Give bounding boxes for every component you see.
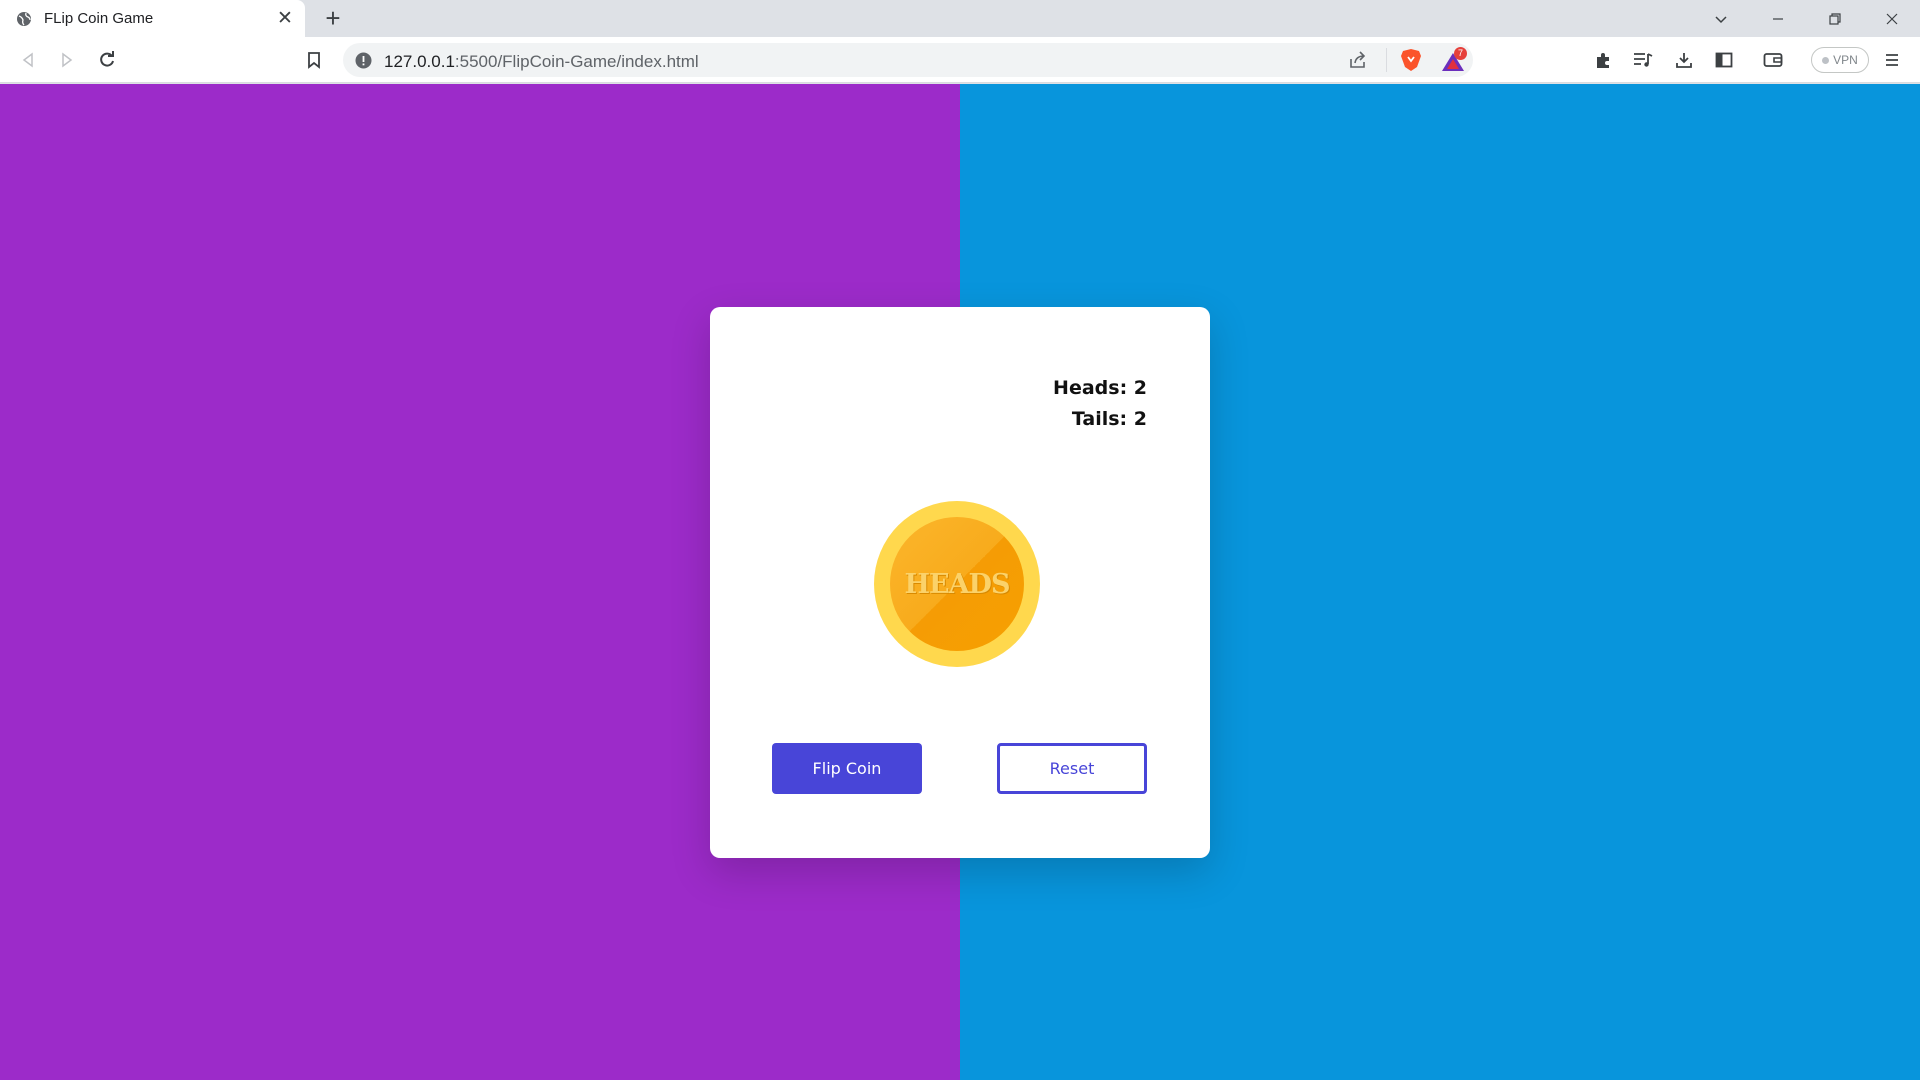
url-text: 127.0.0.1:5500/FlipCoin-Game/index.html xyxy=(384,52,699,72)
reload-icon[interactable] xyxy=(95,48,119,72)
browser-tab[interactable]: FLip Coin Game ✕ xyxy=(0,0,305,37)
url-path: :5500/FlipCoin-Game/index.html xyxy=(454,52,699,71)
flip-coin-button[interactable]: Flip Coin xyxy=(772,743,922,794)
tab-title: FLip Coin Game xyxy=(44,10,154,27)
menu-icon[interactable] xyxy=(1880,48,1904,72)
extensions-icon[interactable] xyxy=(1591,48,1615,72)
coin-face-label: HEADS xyxy=(904,568,1011,600)
wallet-icon[interactable] xyxy=(1761,48,1785,72)
media-icon[interactable] xyxy=(1631,48,1655,72)
reset-button[interactable]: Reset xyxy=(997,743,1147,794)
tab-strip: FLip Coin Game ✕ + xyxy=(0,0,1920,37)
new-tab-button[interactable]: + xyxy=(320,5,346,32)
vpn-status-dot xyxy=(1822,56,1830,64)
tails-count: Tails: 2 xyxy=(1071,408,1147,430)
restore-icon[interactable] xyxy=(1806,0,1863,37)
notification-badge: 7 xyxy=(1454,47,1467,60)
score-board: Heads: 2 Tails: 2 xyxy=(1053,373,1147,435)
brave-shields-icon[interactable] xyxy=(1400,48,1422,77)
back-icon[interactable] xyxy=(16,48,40,72)
sidebar-icon[interactable] xyxy=(1712,48,1736,72)
omnibox-divider xyxy=(1386,48,1387,72)
address-bar[interactable]: 127.0.0.1:5500/FlipCoin-Game/index.html xyxy=(343,43,1473,77)
heads-count: Heads: 2 xyxy=(1053,377,1147,399)
globe-icon xyxy=(17,11,31,26)
minimize-icon[interactable] xyxy=(1749,0,1806,37)
vpn-button[interactable]: VPN xyxy=(1811,47,1869,73)
window-controls xyxy=(1692,0,1920,37)
vpn-label: VPN xyxy=(1833,53,1858,67)
tab-search-icon[interactable] xyxy=(1692,0,1749,37)
url-host: 127.0.0.1 xyxy=(384,52,455,71)
site-info-icon[interactable] xyxy=(355,52,372,69)
page-viewport: Heads: 2 Tails: 2 HEADS Flip Coin Reset xyxy=(0,84,1920,1080)
downloads-icon[interactable] xyxy=(1672,48,1696,72)
tab-close-icon[interactable]: ✕ xyxy=(275,8,295,29)
coin-face: HEADS xyxy=(890,517,1024,651)
close-window-icon[interactable] xyxy=(1863,0,1920,37)
bookmark-icon[interactable] xyxy=(302,48,326,72)
game-card: Heads: 2 Tails: 2 HEADS Flip Coin Reset xyxy=(710,307,1210,858)
forward-icon[interactable] xyxy=(55,48,79,72)
coin: HEADS xyxy=(874,501,1040,667)
brave-rewards-icon[interactable]: 7 xyxy=(1440,47,1470,73)
share-icon[interactable] xyxy=(1348,51,1368,74)
browser-toolbar: 127.0.0.1:5500/FlipCoin-Game/index.html … xyxy=(0,37,1920,83)
